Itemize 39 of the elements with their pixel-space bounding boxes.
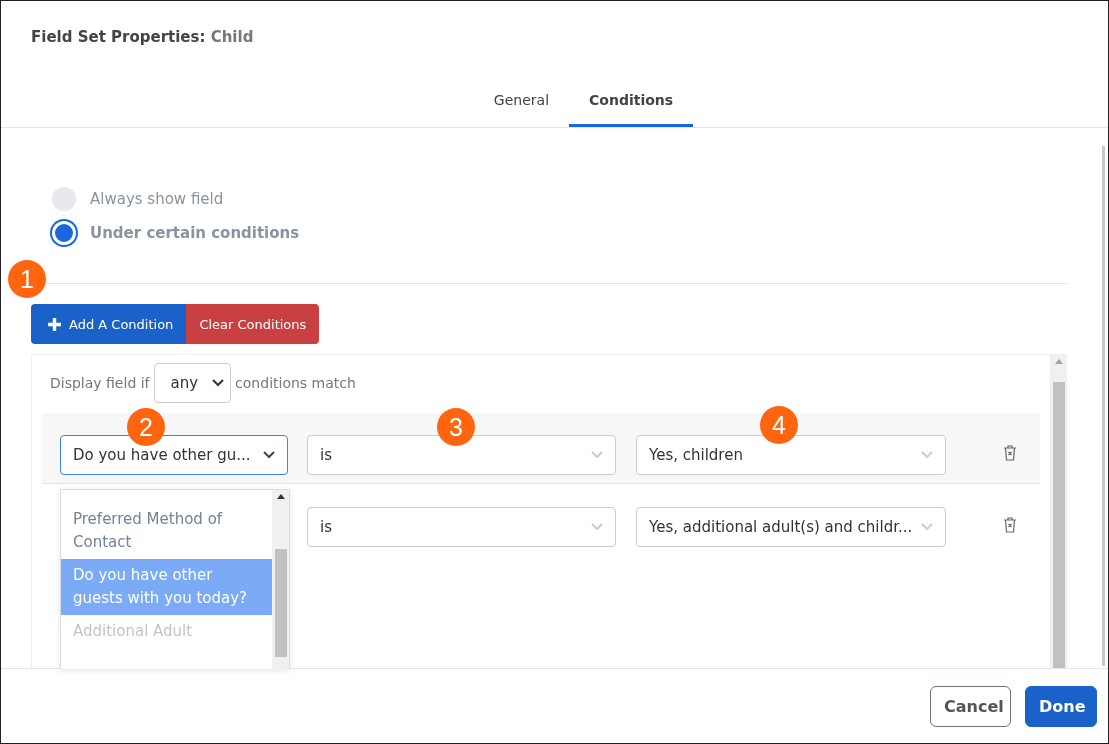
- radio-label: Always show field: [90, 190, 224, 208]
- cancel-button[interactable]: Cancel: [930, 685, 1011, 727]
- tab[interactable]: Conditions: [569, 77, 694, 127]
- dropdown-select[interactable]: Yes, children: [636, 435, 946, 475]
- dropdown-select[interactable]: is: [307, 435, 616, 475]
- select-value: is: [320, 518, 332, 536]
- add-condition-button[interactable]: Add A Condition: [31, 304, 187, 344]
- match-select[interactable]: any: [153, 363, 232, 403]
- dropdown-select[interactable]: Yes, additional adult(s) and childr...: [636, 507, 946, 547]
- plus-icon: [48, 317, 61, 331]
- chevron-down-icon: [921, 451, 933, 459]
- select-value: Yes, additional adult(s) and childr...: [649, 518, 913, 536]
- clear-conditions-button[interactable]: Clear Conditions: [186, 304, 320, 344]
- scrollbar[interactable]: [272, 490, 289, 669]
- select-value: Yes, children: [649, 446, 743, 464]
- chevron-down-icon: [263, 451, 275, 459]
- scrollbar[interactable]: [1102, 146, 1105, 666]
- dialog-title: Field Set Properties: Child: [30, 27, 255, 45]
- dropdown-select[interactable]: is: [307, 507, 616, 547]
- select-value: is: [320, 446, 332, 464]
- match-suffix: conditions match: [235, 375, 356, 391]
- chevron-down-icon: [212, 379, 225, 387]
- dropdown-option[interactable]: Preferred Method of Contact: [61, 503, 272, 559]
- match-prefix: Display field if: [50, 375, 150, 391]
- radio-label: Under certain conditions: [90, 224, 300, 242]
- dropdown-select[interactable]: Do you have other gu...: [60, 435, 288, 475]
- callout-badge: 4: [760, 406, 798, 444]
- trash-icon[interactable]: [1003, 517, 1017, 533]
- select-value: Do you have other gu...: [73, 446, 251, 464]
- tab[interactable]: General: [473, 77, 570, 127]
- chevron-down-icon: [591, 451, 603, 459]
- radio-button[interactable]: [52, 221, 76, 245]
- chevron-down-icon: [591, 523, 603, 531]
- callout-badge: 1: [8, 260, 46, 298]
- chevron-down-icon: [921, 523, 933, 531]
- done-button[interactable]: Done: [1025, 685, 1097, 727]
- scrollbar[interactable]: [1051, 354, 1067, 668]
- trash-icon[interactable]: [1003, 445, 1017, 461]
- scroll-up-icon[interactable]: [276, 494, 285, 499]
